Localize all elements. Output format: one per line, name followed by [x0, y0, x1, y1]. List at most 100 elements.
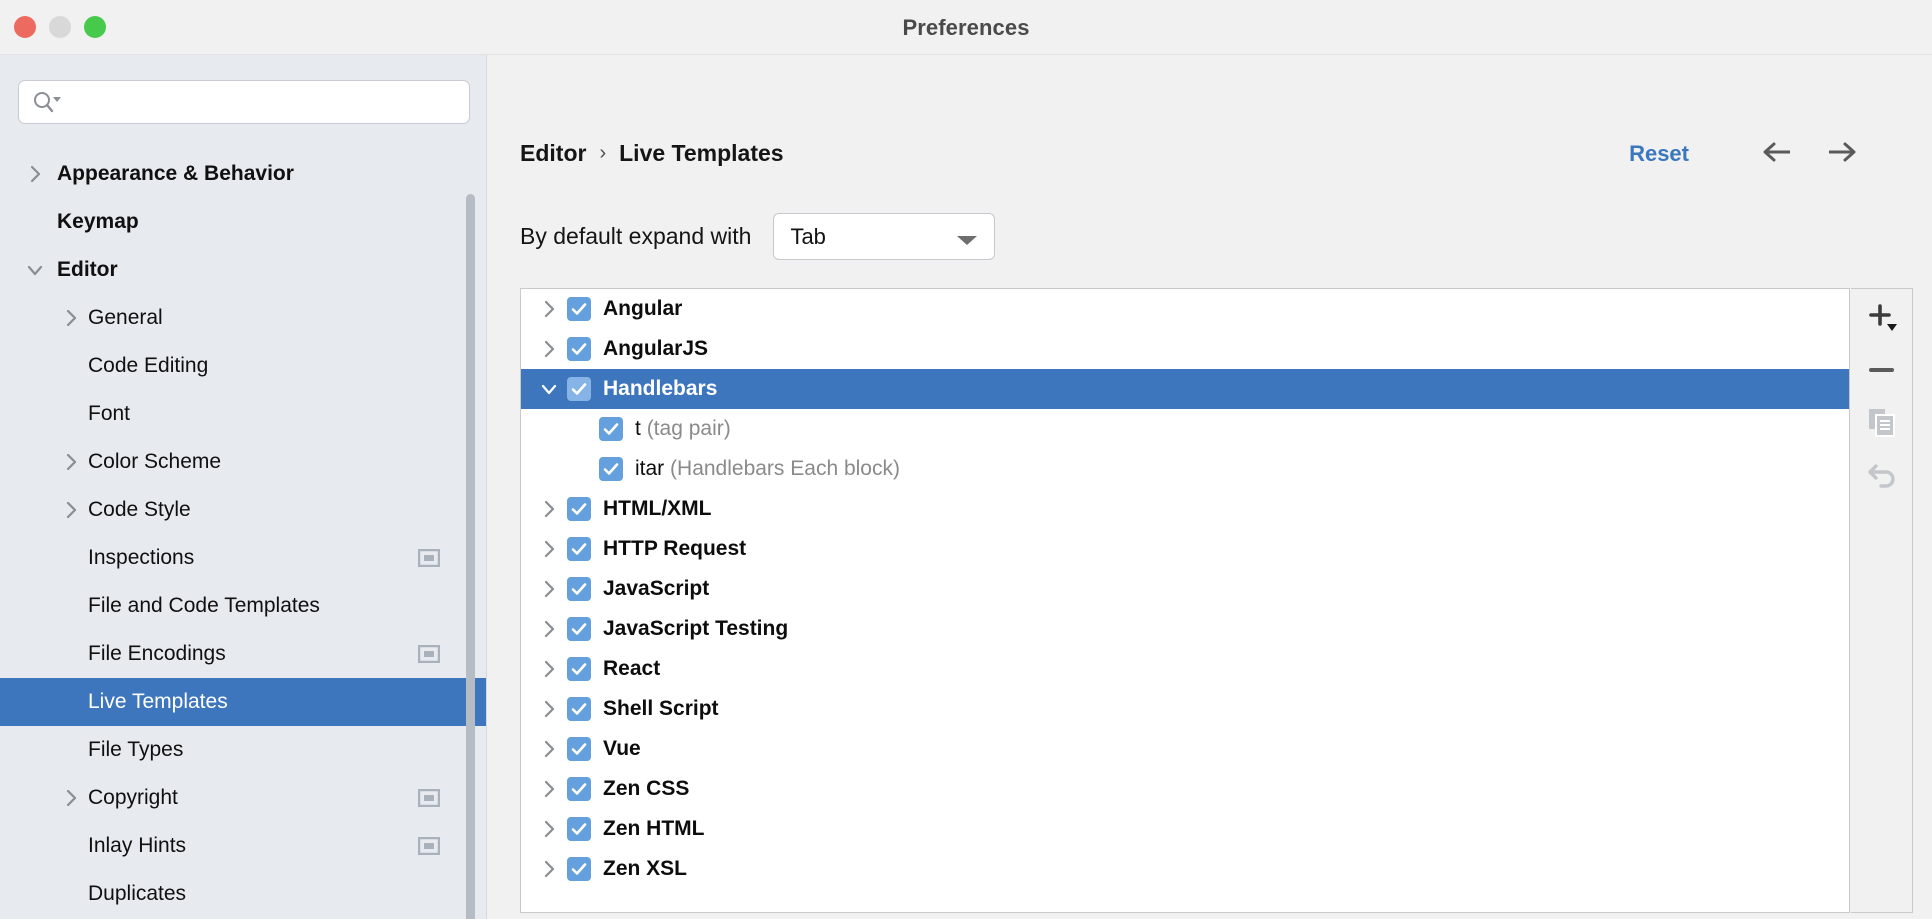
project-scope-badge-icon — [418, 645, 440, 663]
sidebar-item-label: Duplicates — [88, 882, 186, 906]
template-row[interactable]: Angular — [521, 289, 1849, 329]
template-row[interactable]: AngularJS — [521, 329, 1849, 369]
template-row[interactable]: itar (Handlebars Each block) — [521, 449, 1849, 489]
sidebar-item-duplicates[interactable]: Duplicates — [0, 870, 487, 918]
sidebar-item-inspections[interactable]: Inspections — [0, 534, 487, 582]
template-abbreviation: itar — [635, 457, 664, 480]
template-abbreviation: Angular — [603, 297, 682, 320]
template-checkbox[interactable] — [567, 657, 591, 681]
template-name: JavaScript Testing — [603, 617, 788, 641]
template-row[interactable]: Zen XSL — [521, 849, 1849, 889]
forward-arrow-icon[interactable] — [1825, 137, 1859, 167]
chevron-right-icon[interactable] — [60, 451, 82, 473]
template-checkbox[interactable] — [567, 377, 591, 401]
sidebar-item-inlay-hints[interactable]: Inlay Hints — [0, 822, 487, 870]
template-checkbox[interactable] — [567, 697, 591, 721]
sidebar-item-keymap[interactable]: Keymap — [0, 198, 487, 246]
sidebar-item-label: Editor — [57, 258, 118, 282]
chevron-right-icon[interactable] — [60, 787, 82, 809]
template-checkbox[interactable] — [599, 417, 623, 441]
sidebar-item-editor[interactable]: Editor — [0, 246, 487, 294]
chevron-right-icon[interactable] — [538, 538, 560, 560]
chevron-right-icon[interactable] — [24, 163, 46, 185]
sidebar-item-font[interactable]: Font — [0, 390, 487, 438]
chevron-right-icon[interactable] — [538, 858, 560, 880]
template-checkbox[interactable] — [567, 617, 591, 641]
template-checkbox[interactable] — [567, 737, 591, 761]
expand-with-select[interactable]: Tab — [773, 213, 995, 260]
sidebar-item-label: Live Templates — [88, 690, 228, 714]
template-row[interactable]: Zen HTML — [521, 809, 1849, 849]
chevron-right-icon[interactable] — [538, 698, 560, 720]
template-checkbox[interactable] — [567, 817, 591, 841]
template-checkbox[interactable] — [567, 577, 591, 601]
template-row[interactable]: JavaScript Testing — [521, 609, 1849, 649]
template-row[interactable]: Shell Script — [521, 689, 1849, 729]
chevron-right-icon[interactable] — [60, 499, 82, 521]
sidebar-scrollbar[interactable] — [464, 194, 476, 919]
template-abbreviation: AngularJS — [603, 337, 708, 360]
template-row[interactable]: JavaScript — [521, 569, 1849, 609]
template-abbreviation: Handlebars — [603, 377, 717, 400]
search-box[interactable] — [18, 80, 470, 124]
template-checkbox[interactable] — [567, 537, 591, 561]
sidebar-item-file-and-code-templates[interactable]: File and Code Templates — [0, 582, 487, 630]
template-checkbox[interactable] — [567, 297, 591, 321]
reset-button[interactable]: Reset — [1629, 141, 1689, 167]
template-checkbox[interactable] — [599, 457, 623, 481]
template-row[interactable]: HTML/XML — [521, 489, 1849, 529]
sidebar-item-copyright[interactable]: Copyright — [0, 774, 487, 822]
chevron-right-icon[interactable] — [538, 618, 560, 640]
sidebar-item-label: Code Editing — [88, 354, 208, 378]
template-checkbox[interactable] — [567, 497, 591, 521]
add-icon[interactable] — [1861, 298, 1903, 340]
sidebar-scrollbar-thumb[interactable] — [466, 194, 475, 919]
template-name: Shell Script — [603, 697, 719, 721]
template-checkbox[interactable] — [567, 337, 591, 361]
chevron-right-icon[interactable] — [538, 298, 560, 320]
chevron-right-icon[interactable] — [538, 498, 560, 520]
chevron-down-icon[interactable] — [24, 259, 46, 281]
title-bar: Preferences — [0, 0, 1932, 55]
chevron-right-icon[interactable] — [538, 658, 560, 680]
chevron-right-icon[interactable] — [538, 738, 560, 760]
sidebar-item-code-editing[interactable]: Code Editing — [0, 342, 487, 390]
template-checkbox[interactable] — [567, 777, 591, 801]
back-arrow-icon[interactable] — [1760, 137, 1794, 167]
sidebar-item-file-encodings[interactable]: File Encodings — [0, 630, 487, 678]
sidebar-item-general[interactable]: General — [0, 294, 487, 342]
revert-icon[interactable] — [1861, 453, 1903, 495]
sidebar-item-label: Appearance & Behavior — [57, 162, 294, 186]
sidebar-item-label: Code Style — [88, 498, 191, 522]
settings-sidebar: Appearance & Behavior Keymap Editor General… — [0, 55, 487, 919]
template-checkbox[interactable] — [567, 857, 591, 881]
template-row[interactable]: HTTP Request — [521, 529, 1849, 569]
chevron-right-icon[interactable] — [538, 578, 560, 600]
chevron-down-icon — [956, 233, 978, 251]
chevron-down-icon[interactable] — [538, 378, 560, 400]
template-row[interactable]: Vue — [521, 729, 1849, 769]
template-row[interactable]: React — [521, 649, 1849, 689]
sidebar-item-appearance-behavior[interactable]: Appearance & Behavior — [0, 150, 487, 198]
duplicate-icon[interactable] — [1861, 401, 1903, 443]
search-icon — [31, 90, 65, 114]
sidebar-item-file-types[interactable]: File Types — [0, 726, 487, 774]
sidebar-item-color-scheme[interactable]: Color Scheme — [0, 438, 487, 486]
chevron-right-icon[interactable] — [60, 307, 82, 329]
sidebar-item-label: File Types — [88, 738, 183, 762]
live-templates-list[interactable]: AngularAngularJSHandlebarst (tag pair)it… — [520, 288, 1850, 913]
project-scope-badge-icon — [418, 837, 440, 855]
chevron-right-icon[interactable] — [538, 338, 560, 360]
chevron-right-icon[interactable] — [538, 778, 560, 800]
template-name: AngularJS — [603, 337, 708, 361]
template-row[interactable]: Zen CSS — [521, 769, 1849, 809]
sidebar-item-live-templates[interactable]: Live Templates — [0, 678, 487, 726]
template-row[interactable]: Handlebars — [521, 369, 1849, 409]
sidebar-item-code-style[interactable]: Code Style — [0, 486, 487, 534]
remove-icon[interactable] — [1861, 349, 1903, 391]
search-input[interactable] — [65, 81, 469, 123]
template-row[interactable]: t (tag pair) — [521, 409, 1849, 449]
breadcrumb-parent[interactable]: Editor — [520, 140, 586, 167]
chevron-right-icon[interactable] — [538, 818, 560, 840]
expand-with-label: By default expand with — [520, 223, 751, 250]
